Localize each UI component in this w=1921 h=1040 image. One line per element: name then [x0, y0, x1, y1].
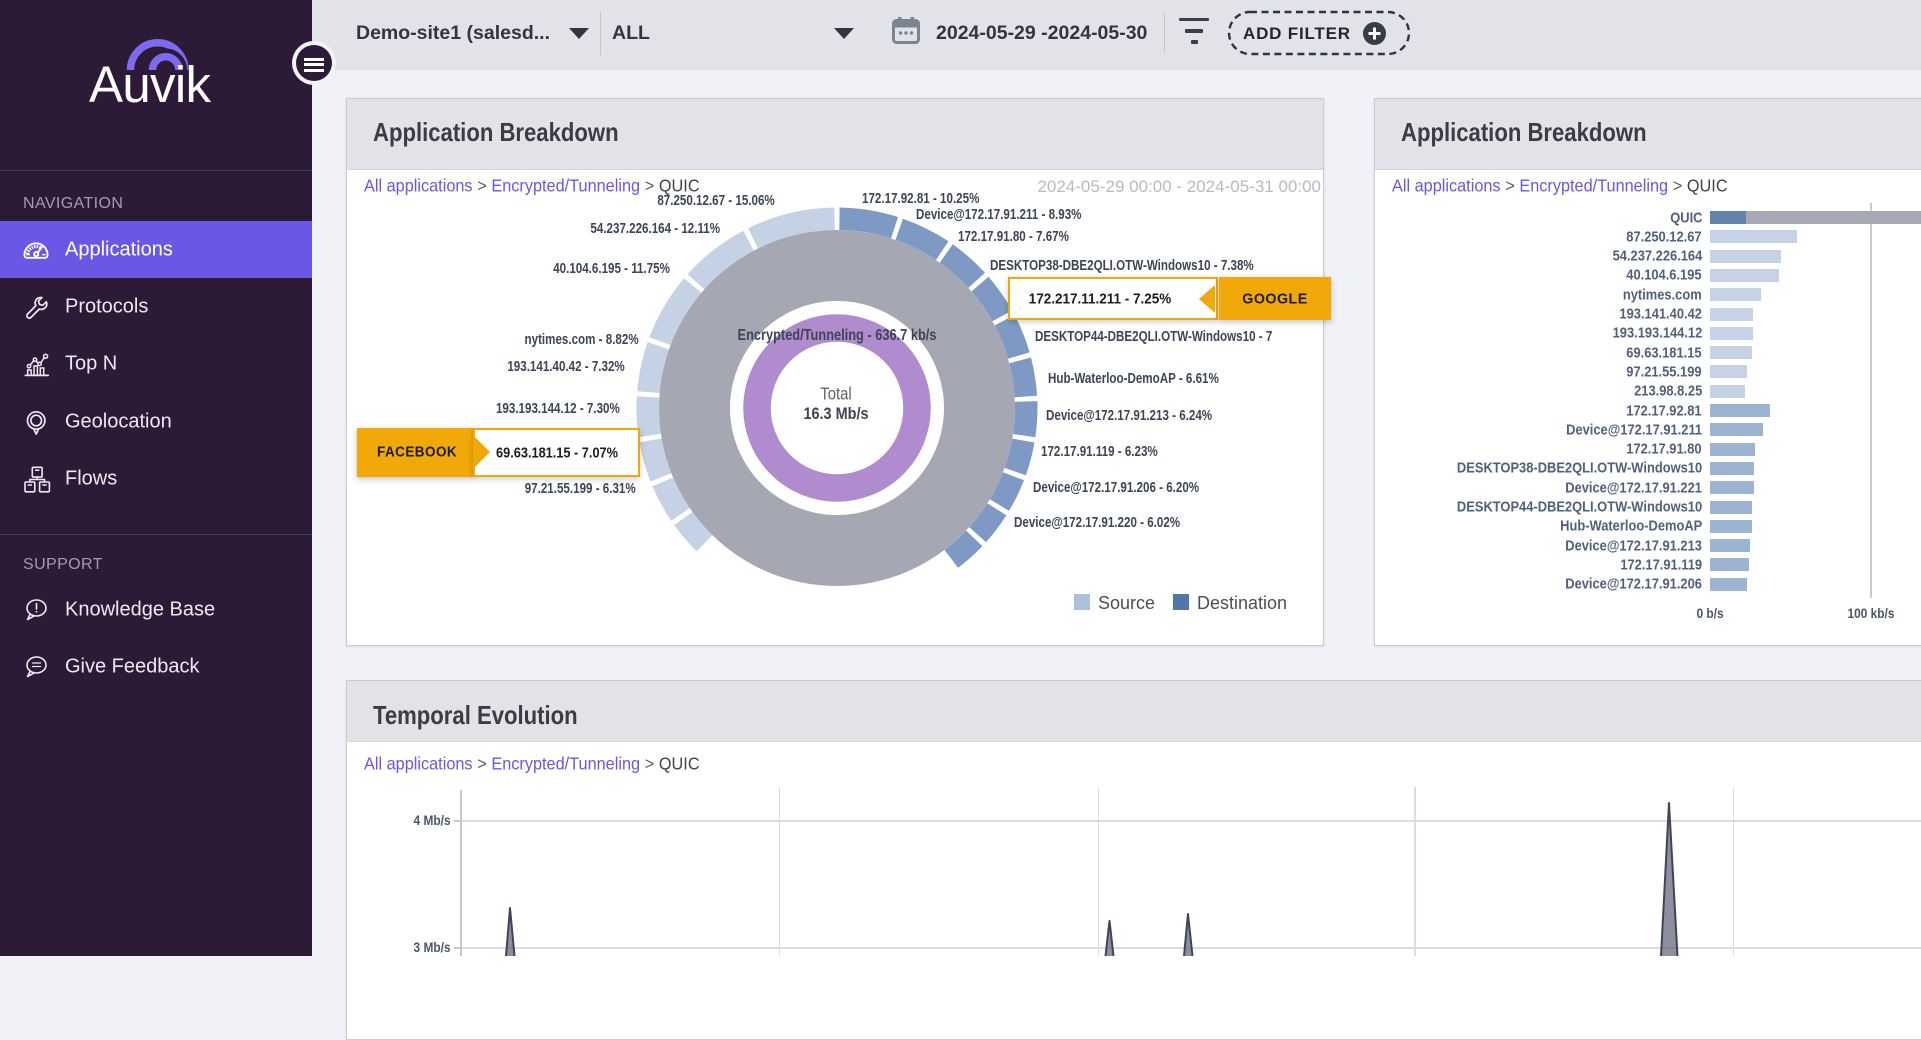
svg-text:Auvik: Auvik [89, 56, 212, 105]
